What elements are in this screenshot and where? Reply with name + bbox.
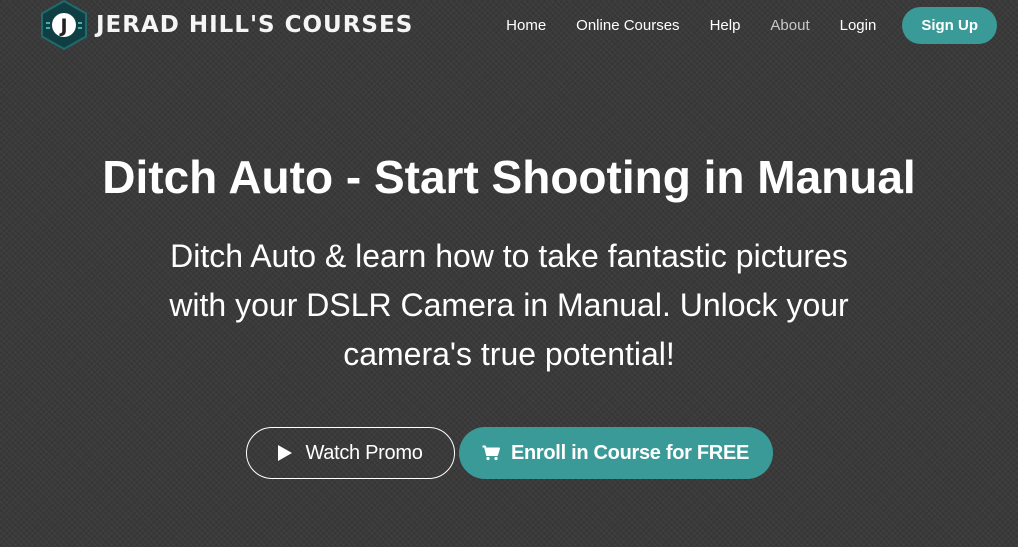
- hero-title: Ditch Auto - Start Shooting in Manual: [102, 151, 916, 203]
- hero-subtitle: Ditch Auto & learn how to take fantastic…: [169, 238, 849, 372]
- nav-about-link[interactable]: About: [770, 17, 809, 34]
- shopping-cart-icon: [482, 445, 500, 461]
- nav-online-courses-link[interactable]: Online Courses: [576, 17, 679, 34]
- enroll-label: Enroll in Course for FREE: [510, 441, 750, 464]
- watch-promo-label: Watch Promo: [305, 441, 423, 464]
- play-icon: [277, 444, 293, 462]
- signup-button[interactable]: Sign Up: [902, 6, 997, 44]
- nav-home-link[interactable]: Home: [506, 17, 546, 34]
- enroll-button[interactable]: Enroll in Course for FREE: [458, 427, 773, 479]
- cta-group: Watch Promo Enroll in Course for FREE: [0, 427, 1018, 479]
- main-nav: Home Online Courses Help About Login Sig…: [476, 0, 1018, 50]
- brand-name: Jerad Hill's Courses: [96, 12, 414, 38]
- site-header: J Jerad Hill's Courses Home Online Cours…: [0, 0, 1018, 52]
- nav-login-link[interactable]: Login: [840, 17, 877, 34]
- nav-help-link[interactable]: Help: [710, 17, 741, 34]
- logo-letter: J: [58, 15, 67, 37]
- brand-link[interactable]: J Jerad Hill's Courses: [40, 0, 413, 50]
- logo-icon: J: [41, 0, 87, 50]
- watch-promo-button[interactable]: Watch Promo: [245, 427, 455, 479]
